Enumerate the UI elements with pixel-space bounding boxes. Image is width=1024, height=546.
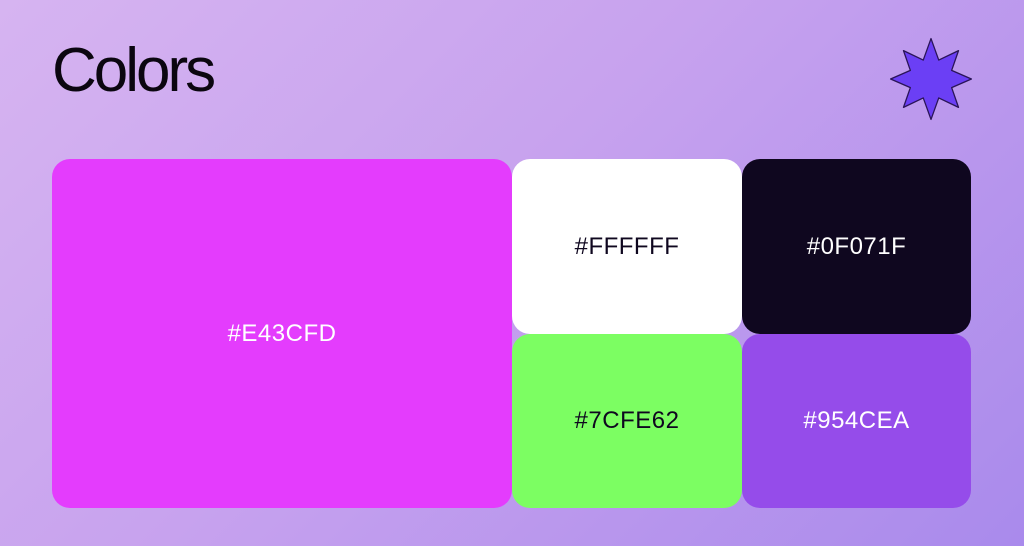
star-shape: [889, 37, 973, 121]
color-swatch-label: #954CEA: [803, 407, 910, 434]
star-icon: [889, 37, 973, 121]
color-swatch-label: #E43CFD: [227, 319, 337, 347]
page-title: Colors: [52, 36, 216, 105]
color-swatch-0f071f: #0F071F: [742, 159, 971, 334]
color-swatch-e43cfd: #E43CFD: [52, 159, 512, 508]
color-swatch-954cea: #954CEA: [742, 334, 971, 508]
color-swatch-ffffff: #FFFFFF: [512, 159, 742, 334]
color-swatch-label: #FFFFFF: [574, 232, 680, 260]
color-swatch-label: #0F071F: [806, 232, 907, 260]
color-swatch-7cfe62: #7CFE62: [512, 334, 742, 508]
color-swatch-label: #7CFE62: [574, 407, 680, 434]
